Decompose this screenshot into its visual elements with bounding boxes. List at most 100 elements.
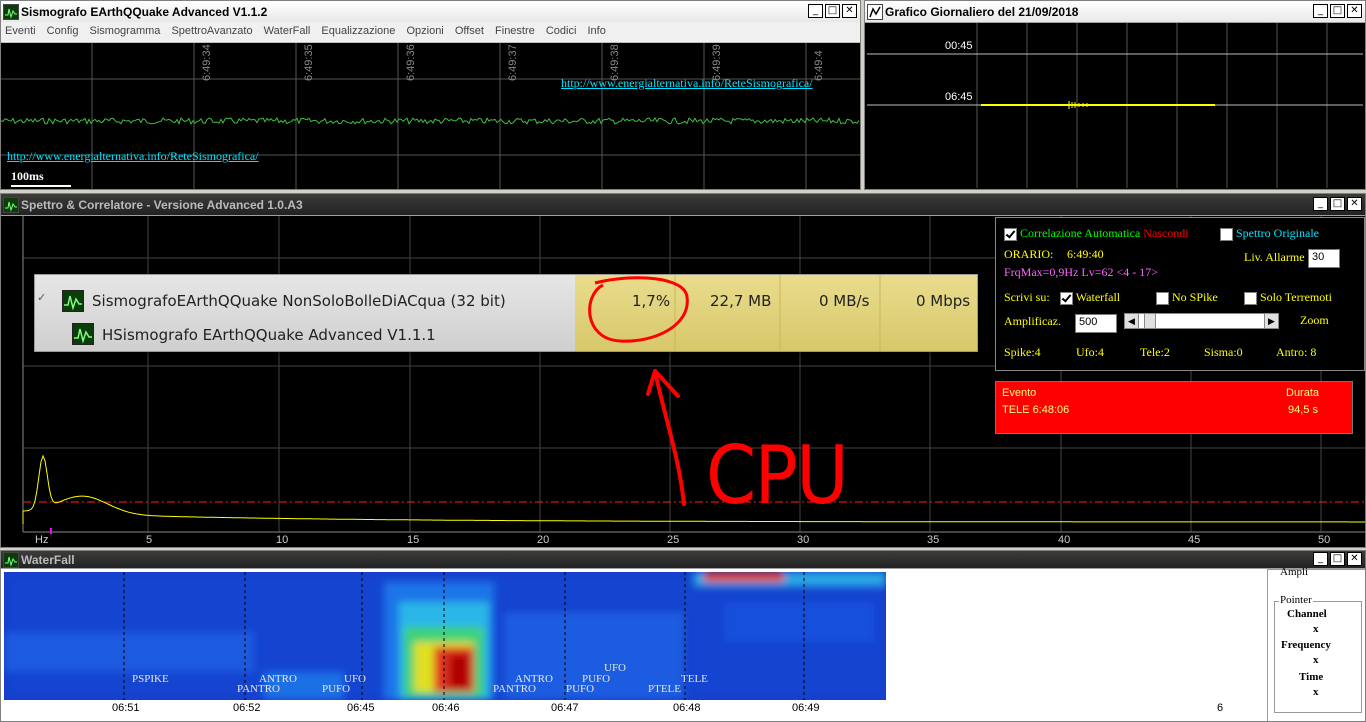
x-tick: 10 <box>276 534 289 546</box>
time-value: x <box>1313 686 1319 698</box>
app-icon <box>3 4 19 20</box>
waterfall-checkbox[interactable] <box>1060 291 1073 305</box>
seismogram-plot[interactable]: 6:49:34 6:49:35 6:49:36 6:49:37 6:49:38 … <box>1 43 860 189</box>
sisma-counter: Sisma:0 <box>1204 345 1243 359</box>
close-icon[interactable]: ✕ <box>1347 197 1362 211</box>
x-tick: 45 <box>1188 534 1201 546</box>
daily-graph-titlebar[interactable]: Grafico Giornaliero del 21/09/2018 _ □ ✕ <box>865 1 1365 23</box>
menu-bar: Eventi Config Sismogramma SpettroAvanzat… <box>1 22 860 43</box>
time-tick: 06:47 <box>551 702 579 714</box>
pointer-group-label: Pointer <box>1279 594 1313 606</box>
x-tick: 20 <box>537 534 550 546</box>
channel-value: x <box>1313 623 1319 635</box>
minimize-icon[interactable]: _ <box>1313 4 1328 18</box>
original-spectrum-checkbox[interactable] <box>1220 227 1233 241</box>
x-axis-unit: Hz <box>35 534 49 546</box>
process-name[interactable]: SismografoEArthQQuake NonSoloBolleDiACqu… <box>92 292 506 310</box>
event-label: PANTRO <box>493 683 536 695</box>
menu-config[interactable]: Config <box>43 22 83 37</box>
menu-opzioni[interactable]: Opzioni <box>402 22 447 37</box>
zoom-slider[interactable]: ◀ ▶ <box>1124 313 1279 329</box>
window-title: Grafico Giornaliero del 21/09/2018 <box>885 5 1079 19</box>
close-icon[interactable]: ✕ <box>1347 552 1362 566</box>
no-spike-checkbox[interactable] <box>1156 291 1169 305</box>
time-tick: 06:51 <box>112 702 140 714</box>
scale-label: 100ms <box>11 169 44 183</box>
minimize-icon[interactable]: _ <box>1313 552 1328 566</box>
url-link-bottom[interactable]: http://www.energialternativa.info/ReteSi… <box>7 149 259 164</box>
close-icon[interactable]: ✕ <box>1347 4 1362 18</box>
daily-graph-plot[interactable]: 00:45 06:45 <box>867 23 1363 188</box>
alarm-label: Liv. Allarme <box>1244 250 1305 264</box>
url-link-top[interactable]: http://www.energialternativa.info/ReteSi… <box>561 76 813 91</box>
frequency-value: x <box>1313 654 1319 666</box>
spike-counter: Spike:4 <box>1004 345 1041 359</box>
row-label-0045: 00:45 <box>945 40 973 52</box>
slider-right-arrow-icon[interactable]: ▶ <box>1264 314 1278 328</box>
menu-finestre[interactable]: Finestre <box>491 22 539 37</box>
close-icon[interactable]: ✕ <box>842 4 857 18</box>
amplification-input[interactable]: 500 <box>1075 314 1117 333</box>
time-label: Time <box>1299 671 1324 683</box>
expand-chevron-icon[interactable]: ✓ <box>37 291 46 304</box>
maximize-icon[interactable]: □ <box>1330 4 1345 18</box>
event-label: PTELE <box>648 683 681 695</box>
slider-thumb[interactable] <box>1143 314 1156 328</box>
minimize-icon[interactable]: _ <box>808 4 823 18</box>
time-tick: 06:46 <box>432 702 460 714</box>
minimize-icon[interactable]: _ <box>1313 197 1328 211</box>
time-tick: 06:52 <box>233 702 261 714</box>
time-label: 6:49:34 <box>201 44 213 81</box>
freq-info: FrqMax=0,9Hz Lv=62 <4 - 17> <box>1004 265 1159 279</box>
time-label: 6:49:37 <box>507 44 519 81</box>
menu-waterfall[interactable]: WaterFall <box>260 22 315 37</box>
x-tick: 30 <box>797 534 810 546</box>
info-partial-label: Ampli <box>1280 566 1309 578</box>
seismograph-titlebar[interactable]: Sismografo EArthQQuake Advanced V1.1.2 _… <box>1 1 860 23</box>
child-process-name[interactable]: HSismografo EArthQQuake Advanced V1.1.1 <box>102 326 436 344</box>
menu-offset[interactable]: Offset <box>451 22 488 37</box>
waterfall-spectrogram[interactable]: PSPIKE ANTRO PANTRO UFO PUFO ANTRO PANTR… <box>4 572 886 700</box>
time-label: 6:49:36 <box>405 44 417 81</box>
auto-correlation-checkbox[interactable] <box>1004 227 1017 241</box>
waterfall-row: Waterfall <box>1060 290 1120 305</box>
time-label: 6:49:4 <box>813 50 825 81</box>
menu-eventi[interactable]: Eventi <box>1 22 40 37</box>
window-title: Spettro & Correlatore - Versione Advance… <box>21 198 303 212</box>
waterfall-titlebar[interactable]: WaterFall _ □ ✕ <box>1 551 1365 569</box>
event-value: TELE 6:48:06 <box>1002 404 1070 416</box>
memory-value: 22,7 MB <box>710 292 772 310</box>
alarm-level-input[interactable]: 30 <box>1308 249 1340 268</box>
menu-spettro-avanzato[interactable]: SpettroAvanzato <box>167 22 256 37</box>
time-tick: 06:48 <box>673 702 701 714</box>
menu-info[interactable]: Info <box>583 22 609 37</box>
x-tick: 40 <box>1058 534 1071 546</box>
maximize-icon[interactable]: □ <box>1330 552 1345 566</box>
pointer-groupbox: Pointer Channel x Frequency x Time x <box>1274 594 1362 713</box>
slider-left-arrow-icon[interactable]: ◀ <box>1125 314 1139 328</box>
x-tick: 5 <box>146 534 153 546</box>
auto-correlation-label: Correlazione Automatica <box>1020 226 1141 240</box>
x-tick: 15 <box>407 534 420 546</box>
menu-equalizzazione[interactable]: Equalizzazione <box>317 22 399 37</box>
menu-sismogramma[interactable]: Sismogramma <box>86 22 165 37</box>
only-quakes-row: Solo Terremoti <box>1244 290 1332 305</box>
hide-button[interactable]: Nascondi <box>1143 226 1188 240</box>
spectrum-titlebar[interactable]: Spettro & Correlatore - Versione Advance… <box>1 194 1365 216</box>
x-tick: 35 <box>927 534 940 546</box>
maximize-icon[interactable]: □ <box>1330 197 1345 211</box>
duration-value: 94,5 s <box>1288 404 1318 416</box>
time-label: 6:49:35 <box>303 44 315 81</box>
maximize-icon[interactable]: □ <box>825 4 840 18</box>
only-quakes-checkbox[interactable] <box>1244 291 1257 305</box>
event-box: Evento Durata TELE 6:48:06 94,5 s <box>995 381 1353 434</box>
spectrum-window: Spettro & Correlatore - Versione Advance… <box>0 193 1366 548</box>
window-title: Sismografo EArthQQuake Advanced V1.1.2 <box>21 5 268 19</box>
app-icon <box>3 197 19 213</box>
child-process-icon <box>72 323 94 345</box>
waterfall-label: Waterfall <box>1075 290 1121 304</box>
waterfall-window: WaterFall _ □ ✕ PSPIKE ANTRO PANTRO UFO … <box>0 550 1366 722</box>
daily-graph-window: Grafico Giornaliero del 21/09/2018 _ □ ✕ <box>864 0 1366 190</box>
menu-codici[interactable]: Codici <box>542 22 581 37</box>
window-title: WaterFall <box>21 553 75 567</box>
